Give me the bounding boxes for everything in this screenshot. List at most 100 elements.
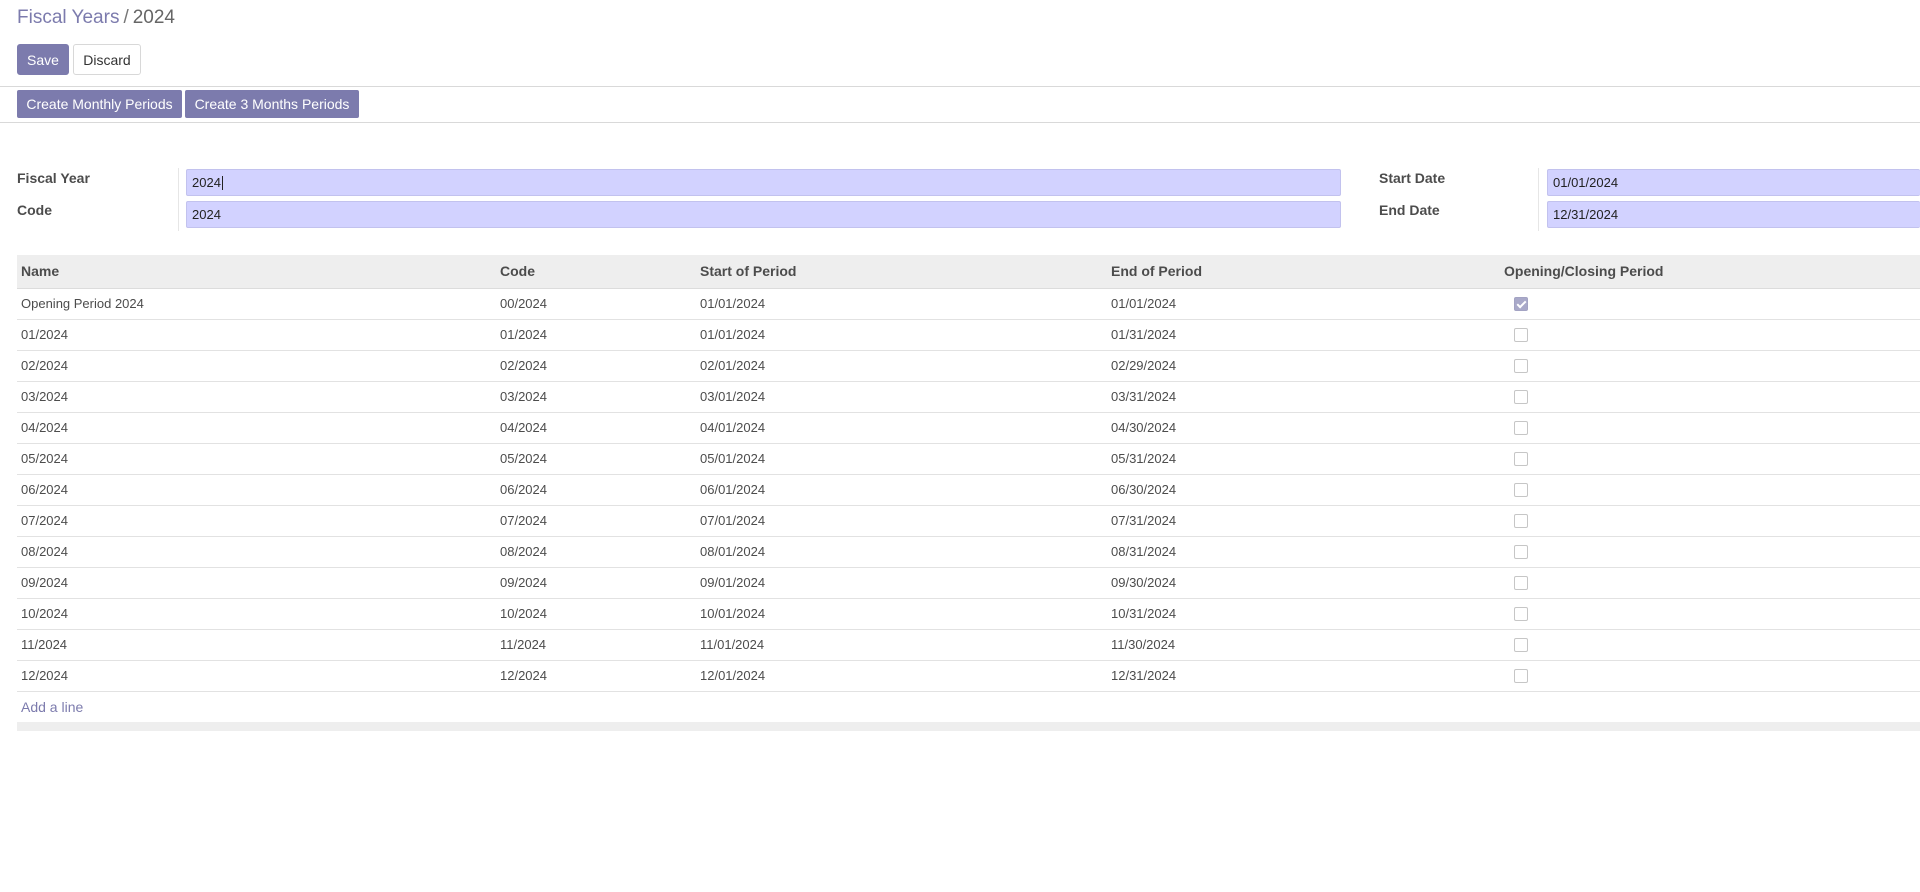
period-name-cell[interactable]: 08/2024 — [17, 536, 496, 568]
period-start-cell[interactable]: 11/01/2024 — [696, 629, 1107, 661]
opening-closing-checkbox[interactable] — [1514, 576, 1528, 591]
period-start-cell[interactable]: 09/01/2024 — [696, 567, 1107, 599]
period-start-cell[interactable]: 08/01/2024 — [696, 536, 1107, 568]
period-name-cell[interactable]: 09/2024 — [17, 567, 496, 599]
header-divider — [0, 122, 1920, 123]
period-end-cell[interactable]: 10/31/2024 — [1107, 598, 1500, 630]
table-row[interactable]: 04/2024 04/2024 04/01/2024 04/30/2024 — [17, 412, 1920, 444]
period-code-cell[interactable]: 08/2024 — [496, 536, 696, 568]
period-start-cell[interactable]: 01/01/2024 — [696, 288, 1107, 320]
period-name-cell[interactable]: 04/2024 — [17, 412, 496, 444]
period-code-cell[interactable]: 07/2024 — [496, 505, 696, 537]
period-name-cell[interactable]: 12/2024 — [17, 660, 496, 692]
table-row[interactable]: 05/2024 05/2024 05/01/2024 05/31/2024 — [17, 443, 1920, 475]
period-code-cell[interactable]: 06/2024 — [496, 474, 696, 506]
periods-list: Name Code Start of Period End of Period … — [17, 255, 1920, 731]
period-end-cell[interactable]: 11/30/2024 — [1107, 629, 1500, 661]
period-start-cell[interactable]: 02/01/2024 — [696, 350, 1107, 382]
table-row[interactable]: 07/2024 07/2024 07/01/2024 07/31/2024 — [17, 505, 1920, 537]
column-header-end[interactable]: End of Period — [1107, 255, 1500, 289]
right-group-separator — [1538, 168, 1539, 231]
opening-closing-checkbox[interactable] — [1514, 452, 1528, 467]
period-end-cell[interactable]: 04/30/2024 — [1107, 412, 1500, 444]
start-date-input[interactable]: 01/01/2024 — [1547, 169, 1920, 196]
column-header-name[interactable]: Name — [17, 255, 496, 289]
period-name-cell[interactable]: 06/2024 — [17, 474, 496, 506]
opening-closing-checkbox[interactable] — [1514, 421, 1528, 436]
code-input[interactable]: 2024 — [186, 201, 1341, 228]
period-name-cell[interactable]: 01/2024 — [17, 319, 496, 351]
table-row[interactable]: 08/2024 08/2024 08/01/2024 08/31/2024 — [17, 536, 1920, 568]
list-footer — [17, 721, 1920, 731]
fiscal-year-input[interactable]: 2024 — [186, 169, 1341, 196]
period-code-cell[interactable]: 03/2024 — [496, 381, 696, 413]
opening-closing-checkbox[interactable] — [1514, 669, 1528, 684]
table-row[interactable]: Opening Period 2024 00/2024 01/01/2024 0… — [17, 288, 1920, 320]
table-row[interactable]: 06/2024 06/2024 06/01/2024 06/30/2024 — [17, 474, 1920, 506]
opening-closing-checkbox[interactable] — [1514, 359, 1528, 374]
breadcrumb-fiscal-years-link[interactable]: Fiscal Years — [17, 7, 119, 28]
period-opening-cell — [1500, 381, 1920, 413]
period-start-cell[interactable]: 03/01/2024 — [696, 381, 1107, 413]
table-row[interactable]: 12/2024 12/2024 12/01/2024 12/31/2024 — [17, 660, 1920, 692]
table-row[interactable]: 11/2024 11/2024 11/01/2024 11/30/2024 — [17, 629, 1920, 661]
period-start-cell[interactable]: 06/01/2024 — [696, 474, 1107, 506]
period-end-cell[interactable]: 05/31/2024 — [1107, 443, 1500, 475]
opening-closing-checkbox[interactable] — [1514, 545, 1528, 560]
period-end-cell[interactable]: 06/30/2024 — [1107, 474, 1500, 506]
period-name-cell[interactable]: 03/2024 — [17, 381, 496, 413]
table-row[interactable]: 01/2024 01/2024 01/01/2024 01/31/2024 — [17, 319, 1920, 351]
table-row[interactable]: 02/2024 02/2024 02/01/2024 02/29/2024 — [17, 350, 1920, 382]
period-opening-cell — [1500, 319, 1920, 351]
period-code-cell[interactable]: 09/2024 — [496, 567, 696, 599]
period-start-cell[interactable]: 12/01/2024 — [696, 660, 1107, 692]
period-name-cell[interactable]: 11/2024 — [17, 629, 496, 661]
period-start-cell[interactable]: 10/01/2024 — [696, 598, 1107, 630]
period-code-cell[interactable]: 00/2024 — [496, 288, 696, 320]
period-name-cell[interactable]: 05/2024 — [17, 443, 496, 475]
column-header-opening-closing[interactable]: Opening/Closing Period — [1500, 255, 1920, 289]
opening-closing-checkbox[interactable] — [1514, 297, 1528, 312]
period-end-cell[interactable]: 02/29/2024 — [1107, 350, 1500, 382]
create-monthly-periods-button[interactable]: Create Monthly Periods — [17, 90, 182, 118]
left-group-separator — [178, 168, 179, 231]
period-name-cell[interactable]: 07/2024 — [17, 505, 496, 537]
period-name-cell[interactable]: 02/2024 — [17, 350, 496, 382]
period-end-cell[interactable]: 07/31/2024 — [1107, 505, 1500, 537]
opening-closing-checkbox[interactable] — [1514, 390, 1528, 405]
opening-closing-checkbox[interactable] — [1514, 328, 1528, 343]
period-code-cell[interactable]: 11/2024 — [496, 629, 696, 661]
period-code-cell[interactable]: 01/2024 — [496, 319, 696, 351]
opening-closing-checkbox[interactable] — [1514, 607, 1528, 622]
discard-button[interactable]: Discard — [73, 44, 141, 75]
table-row[interactable]: 09/2024 09/2024 09/01/2024 09/30/2024 — [17, 567, 1920, 599]
period-name-cell[interactable]: Opening Period 2024 — [17, 288, 496, 320]
end-date-input[interactable]: 12/31/2024 — [1547, 201, 1920, 228]
column-header-code[interactable]: Code — [496, 255, 696, 289]
period-code-cell[interactable]: 10/2024 — [496, 598, 696, 630]
period-start-cell[interactable]: 05/01/2024 — [696, 443, 1107, 475]
column-header-start[interactable]: Start of Period — [696, 255, 1107, 289]
period-name-cell[interactable]: 10/2024 — [17, 598, 496, 630]
opening-closing-checkbox[interactable] — [1514, 638, 1528, 653]
create-3-months-periods-button[interactable]: Create 3 Months Periods — [185, 90, 359, 118]
period-start-cell[interactable]: 04/01/2024 — [696, 412, 1107, 444]
save-button[interactable]: Save — [17, 44, 69, 75]
period-start-cell[interactable]: 07/01/2024 — [696, 505, 1107, 537]
period-code-cell[interactable]: 05/2024 — [496, 443, 696, 475]
period-end-cell[interactable]: 08/31/2024 — [1107, 536, 1500, 568]
add-a-line-link[interactable]: Add a line — [17, 692, 1920, 722]
period-end-cell[interactable]: 03/31/2024 — [1107, 381, 1500, 413]
period-code-cell[interactable]: 12/2024 — [496, 660, 696, 692]
period-start-cell[interactable]: 01/01/2024 — [696, 319, 1107, 351]
period-code-cell[interactable]: 04/2024 — [496, 412, 696, 444]
table-row[interactable]: 03/2024 03/2024 03/01/2024 03/31/2024 — [17, 381, 1920, 413]
period-end-cell[interactable]: 01/31/2024 — [1107, 319, 1500, 351]
opening-closing-checkbox[interactable] — [1514, 483, 1528, 498]
period-code-cell[interactable]: 02/2024 — [496, 350, 696, 382]
period-end-cell[interactable]: 01/01/2024 — [1107, 288, 1500, 320]
period-end-cell[interactable]: 12/31/2024 — [1107, 660, 1500, 692]
table-row[interactable]: 10/2024 10/2024 10/01/2024 10/31/2024 — [17, 598, 1920, 630]
opening-closing-checkbox[interactable] — [1514, 514, 1528, 529]
period-end-cell[interactable]: 09/30/2024 — [1107, 567, 1500, 599]
